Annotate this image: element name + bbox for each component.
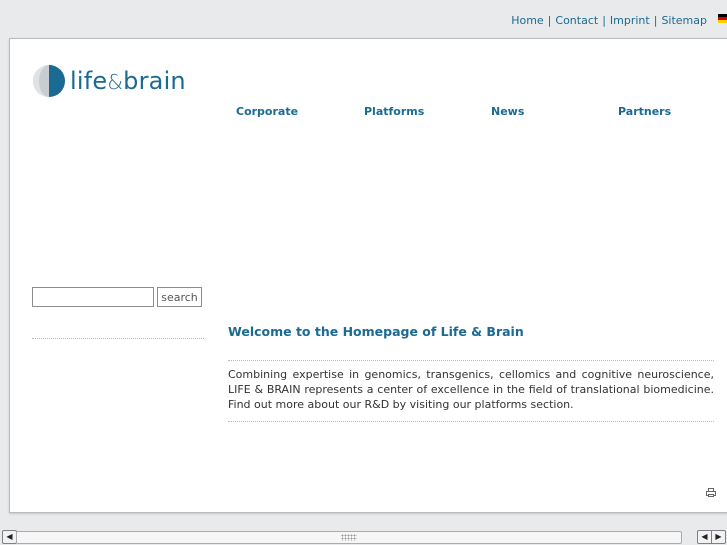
nav-corporate[interactable]: Corporate	[236, 105, 298, 118]
separator: |	[602, 14, 606, 27]
horizontal-scrollbar[interactable]: ◀ ◀ ▶	[0, 529, 727, 545]
scroll-left-end-icon[interactable]: ◀	[697, 530, 712, 544]
logo-word-brain: brain	[123, 67, 186, 95]
logo-word-life: life	[70, 67, 108, 95]
topnav-imprint-link[interactable]: Imprint	[610, 14, 650, 27]
nav-news[interactable]: News	[491, 105, 524, 118]
sidebar-divider	[32, 338, 204, 339]
topnav-sitemap-link[interactable]: Sitemap	[661, 14, 707, 27]
scrollbar-thumb[interactable]	[16, 531, 682, 544]
intro-text: Combining expertise in genomics, transge…	[228, 368, 714, 411]
meta-navigation: Home | Contact | Imprint | Sitemap	[511, 14, 707, 27]
separator: |	[653, 14, 658, 27]
nav-platforms[interactable]: Platforms	[364, 105, 424, 118]
scroll-right-icon[interactable]: ▶	[711, 530, 726, 544]
logo-ampersand: &	[107, 70, 124, 94]
life-and-brain-logo[interactable]: life&brain	[32, 63, 186, 99]
content-divider	[228, 421, 714, 422]
nav-partners[interactable]: Partners	[618, 105, 671, 118]
logo-mark-icon	[33, 65, 65, 97]
search-input[interactable]	[32, 287, 154, 307]
topnav-home-link[interactable]: Home	[511, 14, 543, 27]
search-button[interactable]: search	[157, 287, 202, 307]
german-flag-icon[interactable]	[718, 14, 727, 23]
separator: |	[547, 14, 552, 27]
title-divider	[228, 360, 714, 361]
scroll-left-icon[interactable]: ◀	[2, 530, 17, 544]
topnav-contact-link[interactable]: Contact	[555, 14, 598, 27]
scrollbar-grip-icon	[341, 534, 357, 541]
main-panel: life&brain Corporate Platforms News Part…	[9, 38, 727, 513]
logo-wordmark: life&brain	[70, 67, 186, 95]
print-icon[interactable]	[706, 488, 716, 497]
page-title: Welcome to the Homepage of Life & Brain	[228, 324, 524, 339]
